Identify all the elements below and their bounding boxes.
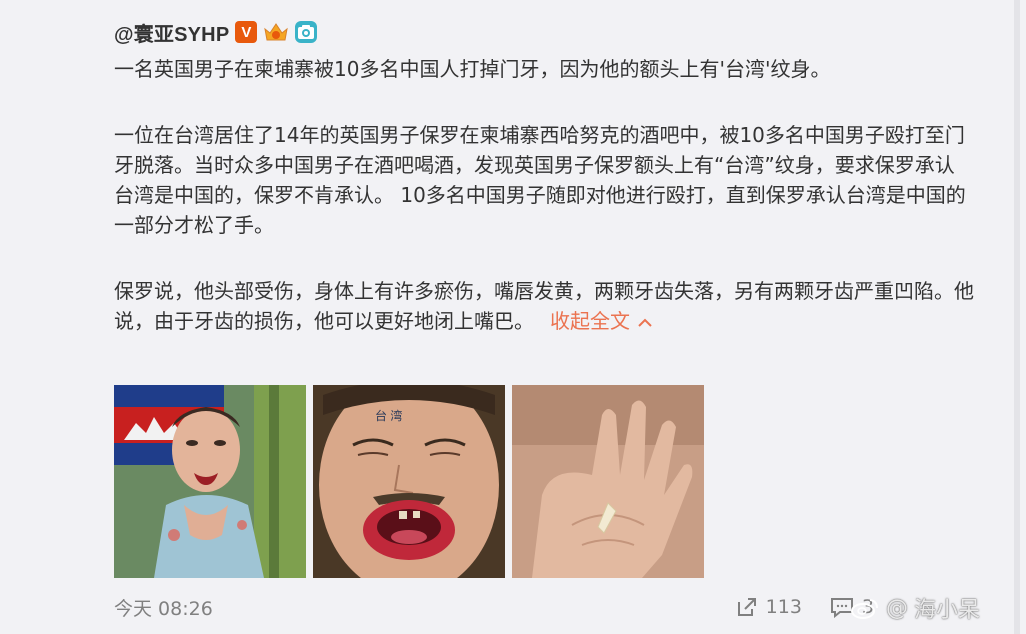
post-paragraph: 一位在台湾居住了14年的英国男子保罗在柬埔寨西哈努克的酒吧中，被10多名中国男子… xyxy=(114,123,966,237)
weibo-logo-icon xyxy=(850,599,878,619)
share-count: 113 xyxy=(765,596,802,618)
collapse-full-text-link[interactable]: 收起全文 xyxy=(550,309,653,333)
watermark-prefix: @ xyxy=(885,595,908,621)
injured-man-photo[interactable] xyxy=(114,385,306,578)
weibo-post-card: @寰亚SYHP V 一名英国男子在柬埔寨被10多名中国人打掉门牙，因为他的额头上… xyxy=(0,0,1020,634)
post-body: 一名英国男子在柬埔寨被10多名中国人打掉门牙，因为他的额头上有'台湾'纹身。 一… xyxy=(114,54,974,336)
post-paragraph-text: 保罗说，他头部受伤，身体上有许多瘀伤，嘴唇发黄，两颗牙齿失落，另有两颗牙齿严重凹… xyxy=(114,279,974,333)
collapse-label: 收起全文 xyxy=(550,309,630,333)
username-link[interactable]: @寰亚SYHP xyxy=(114,18,229,47)
post-header: @寰亚SYHP V xyxy=(114,14,318,50)
share-button[interactable]: 113 xyxy=(736,596,802,618)
post-timestamp[interactable]: 今天 08:26 xyxy=(114,594,708,621)
scrollbar[interactable] xyxy=(1014,0,1020,634)
share-icon xyxy=(737,598,756,616)
post-paragraph: 保罗说，他头部受伤，身体上有许多瘀伤，嘴唇发黄，两颗牙齿失落，另有两颗牙齿严重凹… xyxy=(114,276,974,336)
chevron-up-icon xyxy=(638,318,653,327)
watermark: @ 海小呆 xyxy=(850,592,980,624)
tooth-in-hand-photo[interactable] xyxy=(512,385,704,578)
mouth-closeup-photo[interactable]: 台 湾 xyxy=(313,385,505,578)
crown-badge-icon[interactable] xyxy=(263,21,289,43)
svg-text:台 湾: 台 湾 xyxy=(375,408,402,423)
verified-badge-icon[interactable]: V xyxy=(235,21,258,43)
photo-grid: 台 湾 xyxy=(114,385,704,578)
post-paragraph: 一名英国男子在柬埔寨被10多名中国人打掉门牙，因为他的额头上有'台湾'纹身。 xyxy=(114,57,831,81)
watermark-text: 海小呆 xyxy=(913,598,980,623)
camera-icon[interactable] xyxy=(295,21,318,43)
